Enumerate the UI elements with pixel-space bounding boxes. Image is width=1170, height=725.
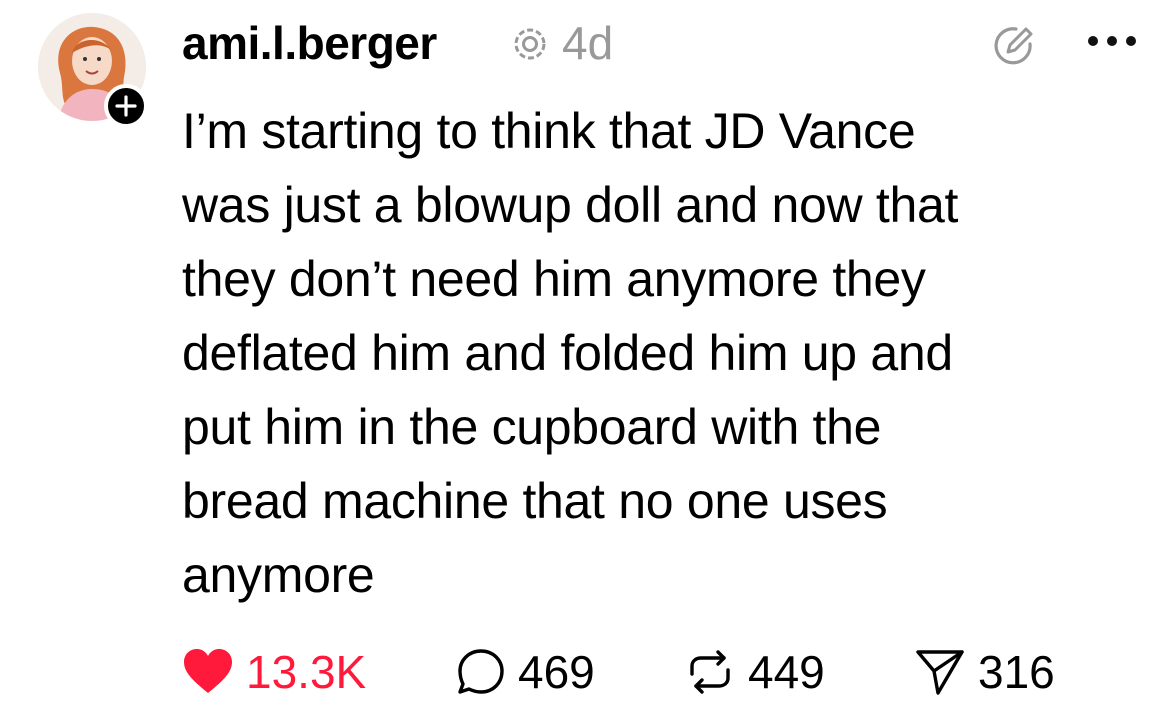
plus-icon [115,95,137,117]
repost-count: 449 [748,646,825,698]
share-icon [916,650,964,695]
edit-icon[interactable] [990,22,1038,70]
repost-button[interactable]: 449 [684,644,825,700]
reply-count: 469 [518,646,595,698]
like-button[interactable]: 13.3K [182,644,366,700]
threads-icon [514,28,546,60]
more-icon[interactable] [1086,34,1138,48]
repost-icon [690,650,730,694]
share-count: 316 [978,646,1055,698]
like-count: 13.3K [246,646,367,698]
reply-button[interactable]: 469 [456,644,595,700]
heart-icon [184,649,232,693]
share-button[interactable]: 316 [914,644,1055,700]
post-text: I’m starting to think that JD Vance was … [182,103,959,603]
follow-button[interactable] [104,84,148,128]
reply-icon [458,649,504,694]
username[interactable]: ami.l.berger [182,16,437,70]
post-time: 4d [562,17,614,69]
